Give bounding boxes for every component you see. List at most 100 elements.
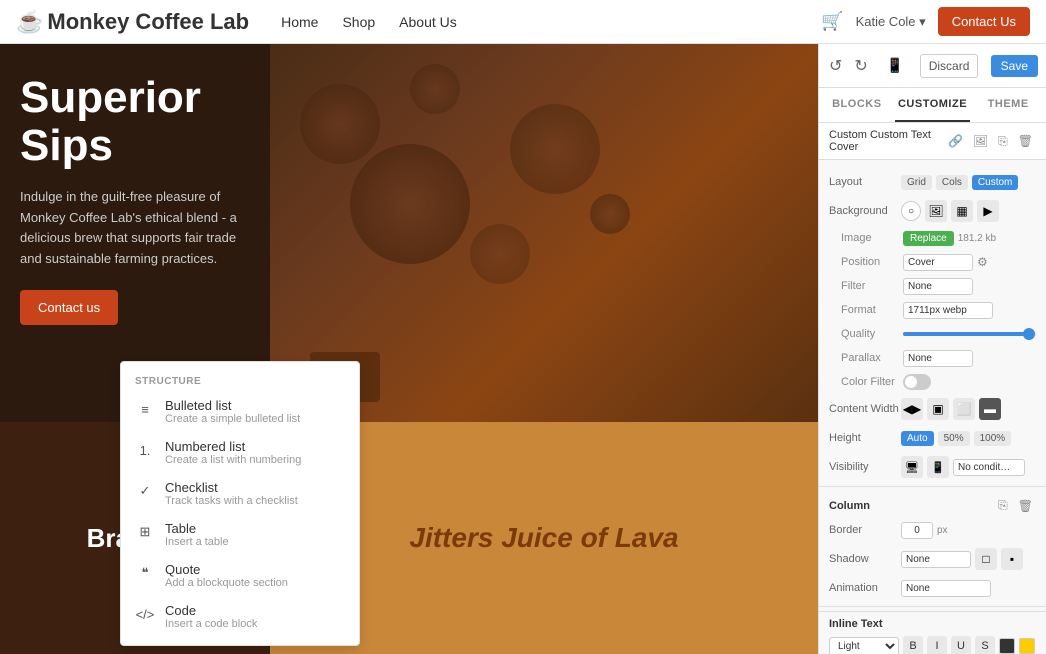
color-filter-row: Color Filter	[819, 370, 1046, 394]
main-area: Superior Sips Indulge in the guilt-free …	[0, 44, 1046, 654]
nav-shop[interactable]: Shop	[342, 14, 375, 30]
filter-label: Filter	[841, 280, 903, 292]
animation-options: None	[901, 580, 1036, 597]
hero-title: Superior Sips	[20, 74, 250, 171]
breadcrumb-delete-button[interactable]: 🗑	[1015, 133, 1036, 150]
parallax-row: Parallax None	[819, 346, 1046, 370]
position-select[interactable]: Cover	[903, 254, 973, 271]
visibility-label: Visibility	[829, 461, 901, 473]
bg-video-button[interactable]: ▶	[977, 200, 999, 222]
panel-topbar: ↺ ↻ 📱 Discard Save	[819, 44, 1046, 88]
strikethrough-button[interactable]: S	[975, 636, 995, 654]
parallax-select[interactable]: None	[903, 350, 973, 367]
breadcrumb-actions: 🔗 🖼 ⎘ 🗑	[945, 133, 1036, 150]
height-auto-button[interactable]: Auto	[901, 431, 934, 446]
layout-cols-button[interactable]: Cols	[936, 175, 968, 190]
panel-breadcrumb: Custom Custom Text Cover 🔗 🖼 ⎘ 🗑	[819, 123, 1046, 160]
content-width-wide-button[interactable]: ⬜	[953, 398, 975, 420]
bg-image-button[interactable]: 🖼	[925, 200, 947, 222]
structure-dropdown: STRUCTURE ≡ Bulleted list Create a simpl…	[120, 361, 360, 646]
shadow-select[interactable]: None	[901, 551, 971, 568]
breadcrumb-image-button[interactable]: 🖼	[970, 133, 991, 150]
font-color-swatch[interactable]	[999, 638, 1015, 654]
font-select[interactable]: Light	[829, 637, 899, 654]
breadcrumb-link-button[interactable]: 🔗	[945, 133, 966, 150]
panel-tabs: BLOCKS CUSTOMIZE THEME	[819, 88, 1046, 123]
menu-item-code[interactable]: </> Code Insert a code block	[121, 596, 359, 637]
contact-button[interactable]: Contact Us	[938, 7, 1030, 36]
visibility-desktop-button[interactable]: 🖥	[901, 456, 923, 478]
nav-home[interactable]: Home	[281, 14, 318, 30]
inline-text-title: Inline Text	[829, 618, 1036, 630]
bg-gradient-button[interactable]: ▦	[951, 200, 973, 222]
height-100-button[interactable]: 100%	[974, 431, 1012, 446]
code-desc: Insert a code block	[165, 618, 257, 630]
replace-image-button[interactable]: Replace	[903, 231, 954, 246]
highlight-color-swatch[interactable]	[1019, 638, 1035, 654]
tab-customize[interactable]: CUSTOMIZE	[895, 88, 971, 122]
hero-cta-button[interactable]: Contact us	[20, 290, 118, 325]
format-options: 1711px webp	[903, 302, 1036, 319]
column-delete-button[interactable]: 🗑	[1015, 497, 1036, 514]
border-label: Border	[829, 524, 901, 536]
menu-item-checklist[interactable]: ✓ Checklist Track tasks with a checklist	[121, 473, 359, 514]
quality-slider-track[interactable]	[903, 332, 1036, 336]
color-filter-toggle[interactable]	[903, 374, 931, 390]
bold-button[interactable]: B	[903, 636, 923, 654]
visibility-condition-select[interactable]: No condit…	[953, 459, 1025, 476]
content-width-full-button[interactable]: ▬	[979, 398, 1001, 420]
animation-select[interactable]: None	[901, 580, 991, 597]
bg-color-circle[interactable]: ○	[901, 201, 921, 221]
content-width-narrow-button[interactable]: ◀▶	[901, 398, 923, 420]
menu-item-table[interactable]: ⊞ Table Insert a table	[121, 514, 359, 555]
nav-about[interactable]: About Us	[399, 14, 457, 30]
border-unit-label: px	[937, 525, 948, 536]
italic-button[interactable]: I	[927, 636, 947, 654]
checklist-title: Checklist	[165, 480, 298, 495]
filter-select[interactable]: None	[903, 278, 973, 295]
column-copy-button[interactable]: ⎘	[995, 497, 1011, 514]
mobile-view-button[interactable]: 📱	[882, 53, 907, 78]
shadow-style-2-button[interactable]: ▪	[1001, 548, 1023, 570]
site-logo: ☕ Monkey Coffee Lab	[16, 9, 249, 35]
tab-blocks[interactable]: BLOCKS	[819, 88, 895, 122]
visibility-mobile-button[interactable]: 📱	[927, 456, 949, 478]
shadow-label: Shadow	[829, 553, 901, 565]
layout-custom-button[interactable]: Custom	[972, 175, 1018, 190]
panel-history-icons: ↺ ↻	[827, 54, 870, 78]
numbered-list-text: Numbered list Create a list with numberi…	[165, 439, 301, 466]
content-width-label: Content Width	[829, 403, 901, 415]
checklist-text: Checklist Track tasks with a checklist	[165, 480, 298, 507]
position-settings-button[interactable]: ⚙	[977, 255, 988, 269]
content-width-medium-button[interactable]: ▣	[927, 398, 949, 420]
menu-item-quote[interactable]: ❝ Quote Add a blockquote section	[121, 555, 359, 596]
column-section-actions: ⎘ 🗑	[995, 497, 1036, 514]
breadcrumb-copy-button[interactable]: ⎘	[995, 133, 1011, 150]
user-menu-button[interactable]: Katie Cole ▾	[856, 14, 926, 30]
top-nav: ☕ Monkey Coffee Lab Home Shop About Us 🛒…	[0, 0, 1046, 44]
border-value-input[interactable]	[901, 522, 933, 539]
inline-text-toolbar: Light B I U S …	[829, 636, 1036, 654]
filter-row: Filter None	[819, 274, 1046, 298]
shadow-style-1-button[interactable]: □	[975, 548, 997, 570]
background-row: Background ○ 🖼 ▦ ▶	[819, 196, 1046, 226]
format-row: Format 1711px webp	[819, 298, 1046, 322]
border-row: Border px	[819, 516, 1046, 544]
background-options: ○ 🖼 ▦ ▶	[901, 200, 1036, 222]
layout-grid-button[interactable]: Grid	[901, 175, 932, 190]
save-button[interactable]: Save	[991, 55, 1038, 77]
divider-2	[819, 606, 1046, 607]
panel-scroll-area: Layout Grid Cols Custom Background ○ 🖼 ▦…	[819, 160, 1046, 654]
layout-options: Grid Cols Custom	[901, 175, 1036, 190]
undo-button[interactable]: ↺	[827, 54, 844, 78]
menu-item-bulleted[interactable]: ≡ Bulleted list Create a simple bulleted…	[121, 391, 359, 432]
discard-button[interactable]: Discard	[920, 54, 979, 78]
animation-label: Animation	[829, 582, 901, 594]
tab-theme[interactable]: THEME	[970, 88, 1046, 122]
menu-item-numbered[interactable]: 1. Numbered list Create a list with numb…	[121, 432, 359, 473]
underline-button[interactable]: U	[951, 636, 971, 654]
cart-icon[interactable]: 🛒	[821, 11, 843, 32]
format-select[interactable]: 1711px webp	[903, 302, 993, 319]
redo-button[interactable]: ↻	[852, 54, 869, 78]
height-50-button[interactable]: 50%	[938, 431, 970, 446]
